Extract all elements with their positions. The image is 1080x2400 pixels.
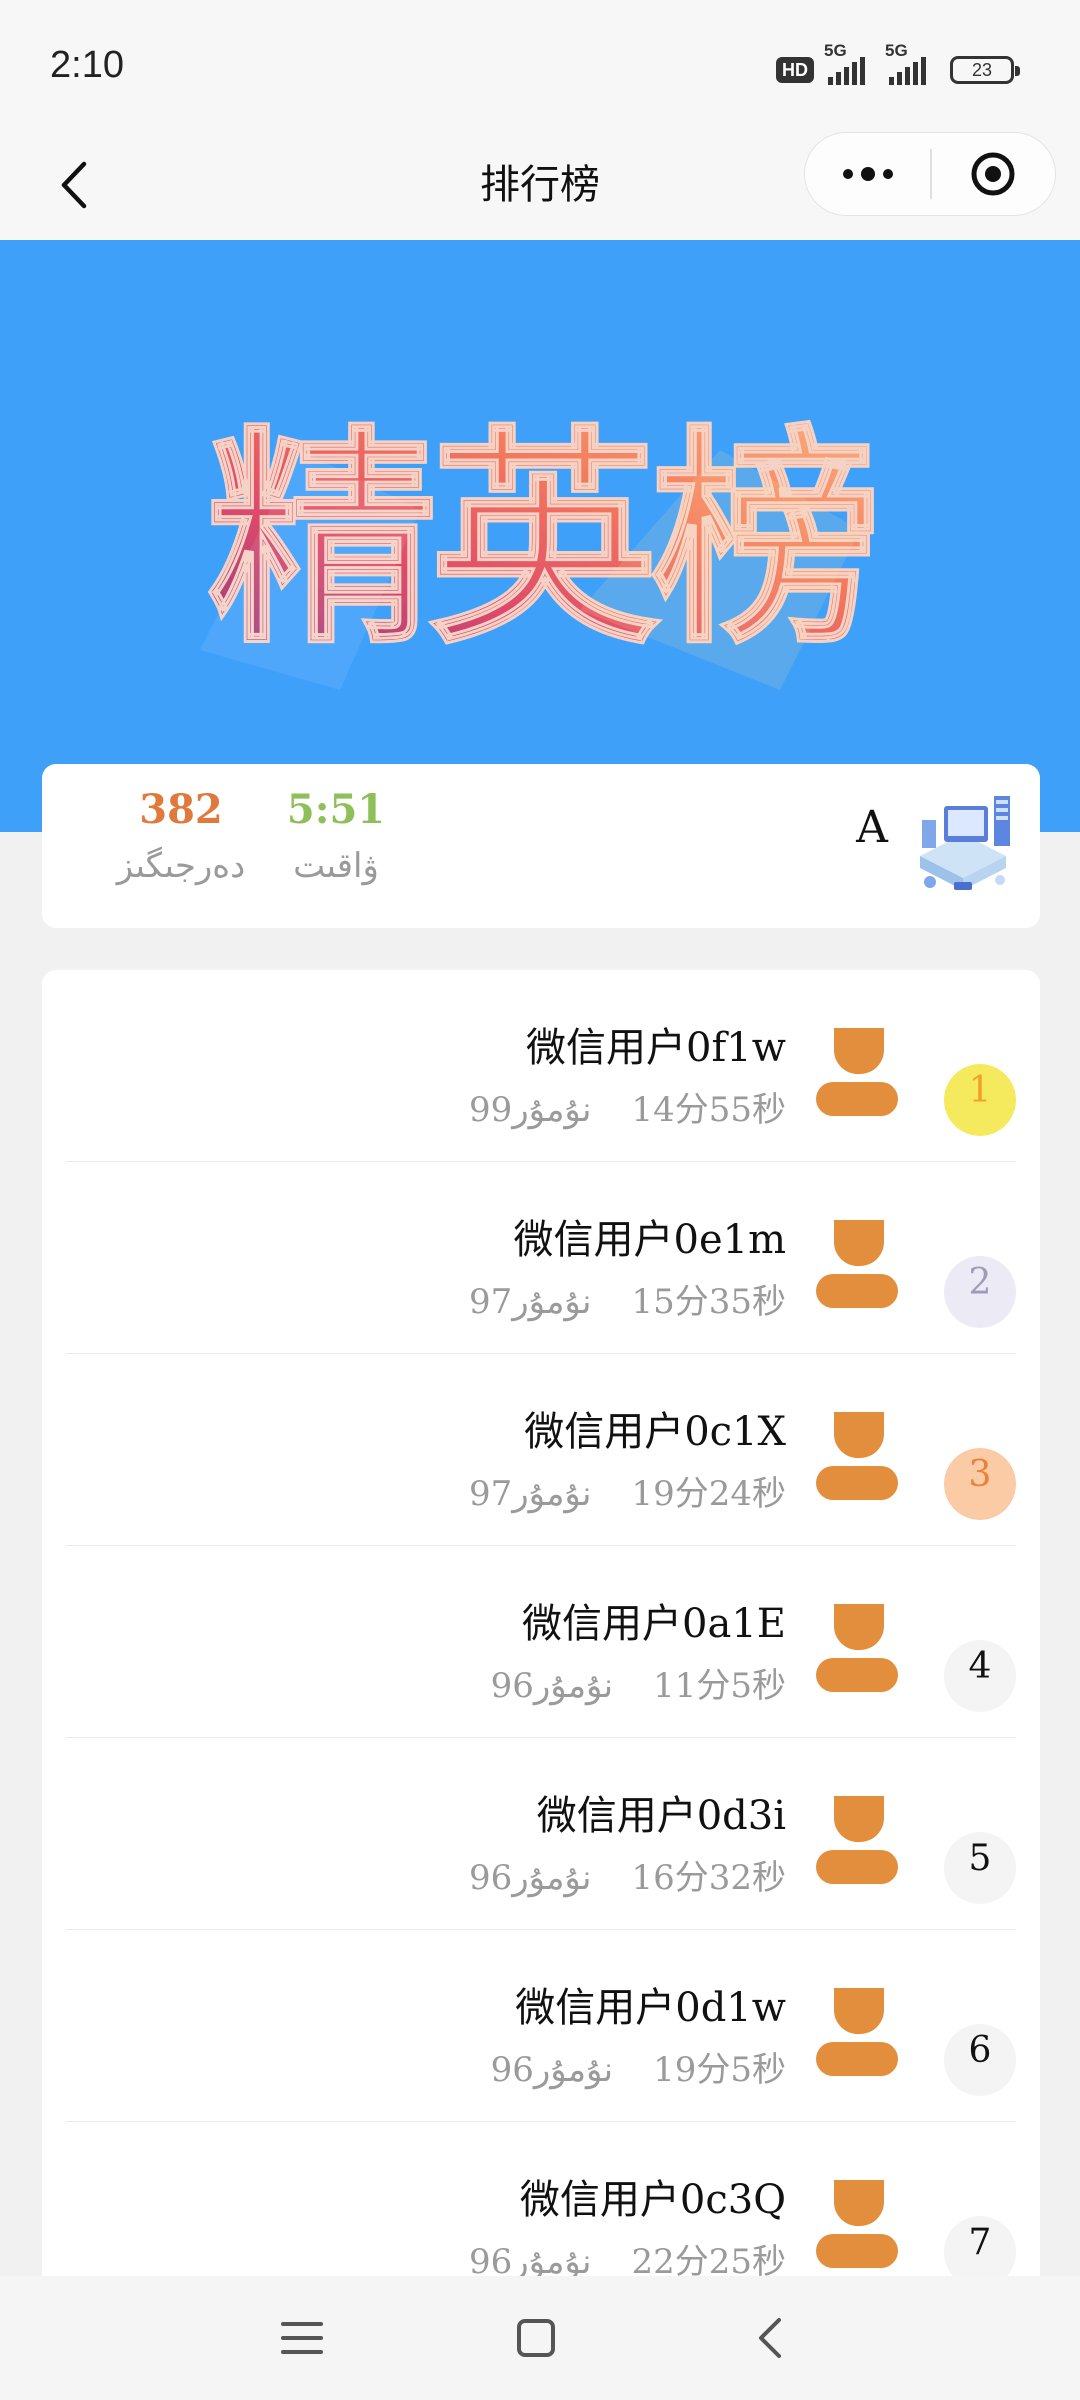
my-time-value: 5:51 <box>286 786 386 833</box>
home-square-icon <box>517 2319 555 2357</box>
user-meta: نۇمۇر96 19分5秒 <box>491 2046 786 2094</box>
signal-icon: 5G <box>824 41 865 85</box>
elite-ranking-title-art: 精英榜 <box>200 407 883 690</box>
user-meta: نۇمۇر96 16分32秒 <box>469 1854 786 1902</box>
user-score: نۇمۇر96 <box>490 2050 614 2090</box>
ranking-row[interactable]: 微信用户0a1E نۇمۇر96 11分5秒 4 <box>66 1546 1016 1738</box>
user-score: نۇمۇر99 <box>468 1090 592 1130</box>
rank-badge: 5 <box>944 1832 1016 1904</box>
user-meta: نۇمۇر96 11分5秒 <box>491 1662 786 1710</box>
ranking-row[interactable]: 微信用户0f1w نۇمۇر99 14分55秒 1 <box>66 970 1016 1162</box>
mini-program-capsule <box>804 132 1056 216</box>
menu-icon <box>281 2322 323 2354</box>
user-meta: نۇمۇر97 19分24秒 <box>469 1470 786 1518</box>
user-time: 15分35秒 <box>631 1282 786 1322</box>
rank-badge: 2 <box>944 1256 1016 1328</box>
system-back-button[interactable] <box>738 2306 802 2370</box>
more-button[interactable] <box>805 133 930 215</box>
my-rank-card: 382 دەرجىگىز 5:51 ۋاقىت A <box>42 764 1040 928</box>
rank-badge: 3 <box>944 1448 1016 1520</box>
user-name: 微信用户0e1m <box>513 1217 787 1263</box>
battery-icon: 23 <box>950 56 1020 84</box>
user-score: نۇمۇر97 <box>468 1282 592 1322</box>
user-score: نۇمۇر97 <box>468 1474 592 1514</box>
system-nav-bar <box>0 2276 1080 2400</box>
user-name: 微信用户0c3Q <box>519 2177 786 2223</box>
user-name: 微信用户0d1w <box>515 1985 786 2031</box>
user-avatar-icon <box>816 1412 898 1500</box>
user-avatar-icon <box>816 2180 898 2268</box>
target-icon <box>971 152 1015 196</box>
user-time: 16分32秒 <box>631 1858 786 1898</box>
rank-badge: 4 <box>944 1640 1016 1712</box>
user-time: 19分24秒 <box>631 1474 786 1514</box>
ranking-row[interactable]: 微信用户0d3i نۇمۇر96 16分32秒 5 <box>66 1738 1016 1930</box>
rank-badge: 1 <box>944 1064 1016 1136</box>
more-dots-icon <box>842 169 853 179</box>
banner: 精英榜 <box>0 240 1080 832</box>
hd-badge: HD <box>776 57 814 83</box>
back-triangle-icon <box>759 2318 781 2358</box>
user-score: نۇمۇر96 <box>468 1858 592 1898</box>
status-time: 2:10 <box>50 44 124 86</box>
user-time: 19分5秒 <box>653 2050 786 2090</box>
user-score: نۇمۇر96 <box>490 1666 614 1706</box>
user-meta: نۇمۇر97 15分35秒 <box>469 1278 786 1326</box>
my-avatar-illustration <box>920 796 1010 890</box>
my-time: 5:51 ۋاقىت <box>254 784 418 894</box>
rank-badge: 6 <box>944 2024 1016 2096</box>
user-avatar-icon <box>816 1988 898 2076</box>
my-time-label: ۋاقىت <box>293 846 379 886</box>
user-time: 11分5秒 <box>653 1666 786 1706</box>
user-name: 微信用户0a1E <box>522 1601 786 1647</box>
user-avatar-icon <box>816 1028 898 1116</box>
user-time: 14分55秒 <box>631 1090 786 1130</box>
home-button[interactable] <box>504 2306 568 2370</box>
user-avatar-icon <box>816 1220 898 1308</box>
ranking-row[interactable]: 微信用户0c1X نۇمۇر97 19分24秒 3 <box>66 1354 1016 1546</box>
status-icons: HD 5G 5G 23 <box>776 41 1020 90</box>
user-avatar-icon <box>816 1604 898 1692</box>
ranking-row[interactable]: 微信用户0d1w نۇمۇر96 19分5秒 6 <box>66 1930 1016 2122</box>
user-name: 微信用户0d3i <box>536 1793 786 1839</box>
ranking-row[interactable]: 微信用户0e1m نۇمۇر97 15分35秒 2 <box>66 1162 1016 1354</box>
user-avatar-icon <box>816 1796 898 1884</box>
close-miniprogram-button[interactable] <box>932 151 1056 197</box>
signal-icon-2: 5G <box>885 41 926 85</box>
ranking-list: 微信用户0f1w نۇمۇر99 14分55秒 1 微信用户0e1m نۇمۇر… <box>42 970 1040 2310</box>
user-name: 微信用户0f1w <box>526 1025 786 1071</box>
user-name: 微信用户0c1X <box>524 1409 786 1455</box>
menu-button[interactable] <box>270 2306 334 2370</box>
user-meta: نۇمۇر99 14分55秒 <box>469 1086 786 1134</box>
nav-bar: 排行榜 <box>0 130 1080 240</box>
status-bar: 2:10 HD 5G 5G 23 <box>0 0 1080 130</box>
